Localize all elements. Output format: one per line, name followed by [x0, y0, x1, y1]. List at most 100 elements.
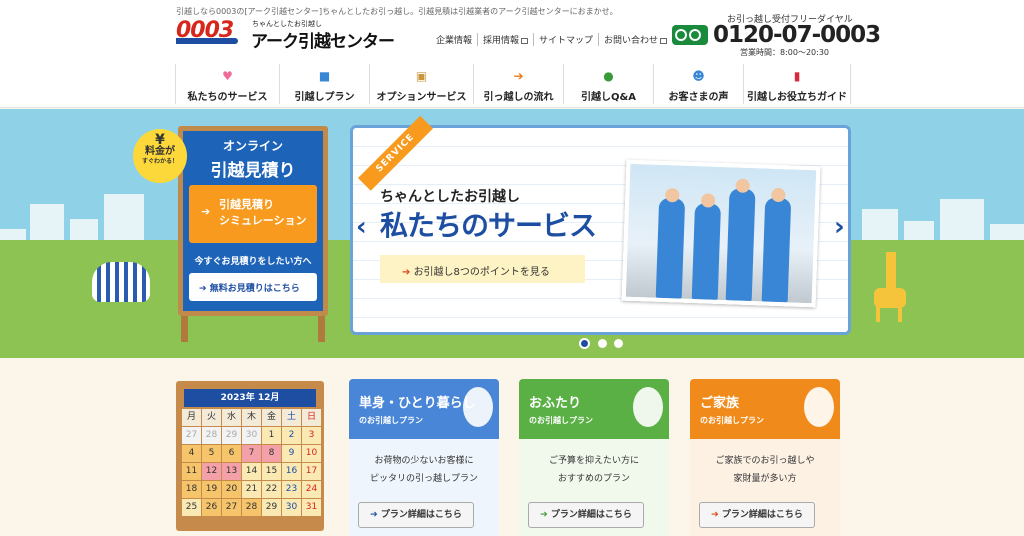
box-icon: ▣: [415, 69, 428, 83]
calendar-day: 31: [302, 499, 321, 516]
calendar-day: 30: [282, 499, 301, 516]
couple-illustration: [633, 387, 663, 427]
nav-item-qa[interactable]: ● 引越しQ&A: [563, 64, 653, 104]
slide-dot-active[interactable]: [579, 338, 590, 349]
calendar-day: 29: [222, 427, 241, 444]
staff-photo: [621, 159, 821, 308]
business-hours: 営業時間：8:00〜20:30: [740, 48, 830, 57]
giraffe-illustration: [870, 252, 910, 322]
price-badge: ¥ 料金が すぐわかる！: [133, 129, 187, 183]
calendar-day: 2: [282, 427, 301, 444]
free-estimate-button[interactable]: ➔ 無料お見積りはこちら: [189, 273, 317, 301]
calendar-day: 30: [242, 427, 261, 444]
calendar-weekday: 土: [282, 409, 301, 426]
link-company[interactable]: 企業情報: [436, 33, 477, 46]
calendar-day: 27: [222, 499, 241, 516]
calendar-grid: 月火水木金土日 27 28 29 30 1 2 3 4 5 6 7 8 9 10 11 12 13 14 15 16 17…: [182, 409, 321, 516]
calendar-day: 16: [282, 463, 301, 480]
calendar-weekday: 火: [202, 409, 221, 426]
logo-name[interactable]: アーク引越センター: [251, 27, 395, 52]
calendar-weekday: 日: [302, 409, 321, 426]
single-illustration: [463, 387, 493, 427]
book-icon: ▮: [793, 69, 801, 83]
eight-points-button[interactable]: ➔ お引越し8つのポイントを見る: [380, 255, 585, 283]
plan-detail-button[interactable]: ➔ プラン詳細はこちら: [699, 502, 815, 528]
calendar-day: 1: [262, 427, 281, 444]
calendar-day: 25: [182, 499, 201, 516]
global-nav: ♥ 私たちのサービス ■ 引越しプラン ▣ オプションサービス ➔ 引っ越しの流れ ● 引…: [0, 60, 1024, 108]
flow-arrow-icon: ➔: [513, 69, 524, 83]
calendar-title: 2023年 12月: [184, 389, 316, 407]
slide-subtitle: ちゃんとしたお引越し: [380, 189, 520, 205]
logo-swoosh: [176, 38, 238, 44]
calendar-weekday: 月: [182, 409, 201, 426]
arrow-right-icon: ➔: [370, 510, 381, 520]
arrow-right-icon: ➔: [199, 284, 210, 294]
calendar-day: 17: [302, 463, 321, 480]
truck-icon: ■: [318, 69, 331, 83]
slide-dot[interactable]: [614, 339, 623, 348]
calendar-day: 15: [262, 463, 281, 480]
calendar-day: 19: [202, 481, 221, 498]
family-illustration: [804, 387, 834, 427]
external-link-icon: [521, 37, 529, 44]
site-tagline: 引越しなら0003の[アーク引越センター]ちゃんとしたお引っ越し。引越見積は引越…: [176, 7, 618, 16]
zebra-illustration: [92, 262, 150, 302]
calendar-day: 9: [282, 445, 301, 462]
arrow-right-icon: ➔: [540, 510, 551, 520]
calendar-day: 28: [202, 427, 221, 444]
calendar-day: 13: [222, 463, 241, 480]
heart-icon: ♥: [222, 69, 233, 83]
slide-dot[interactable]: [598, 339, 607, 348]
calendar-day: 6: [222, 445, 241, 462]
calendar-day: 3: [302, 427, 321, 444]
calendar-day: 27: [182, 427, 201, 444]
nav-item-service[interactable]: ♥ 私たちのサービス: [175, 64, 279, 104]
calendar-weekday: 水: [222, 409, 241, 426]
calendar-day: 5: [202, 445, 221, 462]
calendar-day: 11: [182, 463, 201, 480]
calendar-day: 12: [202, 463, 221, 480]
link-sitemap[interactable]: サイトマップ: [533, 33, 598, 46]
board-prompt: 今すぐお見積りをしたい方へ: [194, 257, 312, 267]
calendar-day: 23: [282, 481, 301, 498]
calendar-day: 28: [242, 499, 261, 516]
calendar-day: 26: [202, 499, 221, 516]
plan-detail-button[interactable]: ➔ プラン詳細はこちら: [358, 502, 474, 528]
external-link-icon: [660, 37, 668, 44]
link-recruit[interactable]: 採用情報: [477, 33, 533, 46]
arrow-right-icon: ➔: [402, 267, 414, 278]
question-icon: ●: [603, 69, 614, 83]
freedial-icon: [672, 25, 708, 45]
calendar-day: 20: [222, 481, 241, 498]
calendar-day: 21: [242, 481, 261, 498]
nav-item-option[interactable]: ▣ オプションサービス: [369, 64, 473, 104]
nav-item-voice[interactable]: ☻ お客さまの声: [653, 64, 743, 104]
nav-item-flow[interactable]: ➔ 引っ越しの流れ: [473, 64, 563, 104]
slide-next-arrow[interactable]: ›: [834, 212, 845, 242]
arrow-right-icon: ➔: [711, 510, 722, 520]
calendar-day: 22: [262, 481, 281, 498]
calendar-day: 29: [262, 499, 281, 516]
board-title-line2: 引越見積り: [210, 161, 296, 181]
nav-item-plan[interactable]: ■ 引越しプラン: [279, 64, 369, 104]
phone-number[interactable]: 0120-07-0003: [713, 22, 881, 48]
arrow-right-icon: ➔: [201, 205, 211, 218]
slide-prev-arrow[interactable]: ‹: [356, 212, 367, 242]
calendar-day: 24: [302, 481, 321, 498]
simulation-button[interactable]: ➔ 引越見積り シミュレーション: [189, 185, 317, 243]
link-contact[interactable]: お問い合わせ: [598, 33, 672, 46]
slide-title: 私たちのサービス: [380, 209, 597, 242]
calendar-day: 10: [302, 445, 321, 462]
header-links: 企業情報 採用情報 サイトマップ お問い合わせ: [436, 33, 672, 46]
calendar-day: 7: [242, 445, 261, 462]
calendar-weekday: 木: [242, 409, 261, 426]
nav-item-guide[interactable]: ▮ 引越しお役立ちガイド: [743, 64, 851, 104]
plan-detail-button[interactable]: ➔ プラン詳細はこちら: [528, 502, 644, 528]
board-title-line1: オンライン: [222, 139, 283, 153]
calendar-day: 18: [182, 481, 201, 498]
calendar-day: 8: [262, 445, 281, 462]
calendar-day: 14: [242, 463, 261, 480]
people-icon: ☻: [692, 69, 705, 83]
calendar-day: 4: [182, 445, 201, 462]
